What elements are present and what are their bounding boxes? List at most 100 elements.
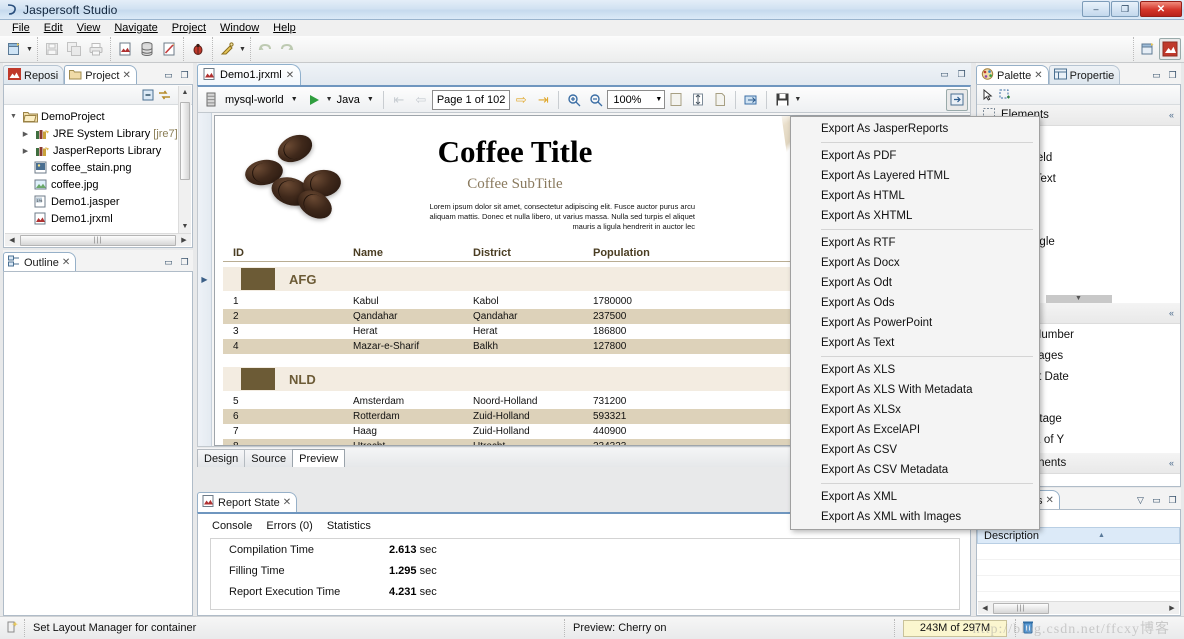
restore-button[interactable]: ❐ [1111, 1, 1139, 17]
tab-project-explorer[interactable]: Project ✕ [64, 65, 137, 85]
scroll-left-icon[interactable]: ◀ [5, 236, 19, 244]
sort-ascending-icon[interactable]: ▲ [1098, 532, 1105, 539]
tab-palette[interactable]: Palette ✕ [976, 65, 1049, 85]
problems-hscrollbar[interactable]: ◀ ||| ▶ [978, 601, 1179, 614]
twisty-icon[interactable]: ▼ [8, 113, 19, 120]
close-icon[interactable]: ✕ [286, 70, 294, 81]
run-report-icon[interactable] [303, 89, 325, 111]
menu-export-as-xlsx[interactable]: Export As XLSx [791, 400, 1039, 420]
print-icon[interactable] [85, 38, 107, 60]
menu-export-as-rtf[interactable]: Export As RTF [791, 233, 1039, 253]
run-dropdown-icon[interactable]: ▼ [325, 89, 334, 111]
previous-page-button[interactable]: ⇦ [410, 89, 432, 111]
minimize-icon[interactable]: ▭ [938, 68, 951, 81]
tab-report-state[interactable]: Report State ✕ [197, 492, 297, 512]
view-menu-icon[interactable]: ▽ [1134, 494, 1147, 507]
link-with-editor-icon[interactable] [158, 88, 171, 101]
menu-export-as-xml[interactable]: Export As XML [791, 487, 1039, 507]
tab-demo1-jrxml[interactable]: Demo1.jrxml ✕ [197, 64, 301, 85]
menu-edit[interactable]: Edit [37, 21, 70, 35]
menu-export-as-odt[interactable]: Export As Odt [791, 273, 1039, 293]
open-perspective-icon[interactable] [1137, 38, 1159, 60]
zoom-combo[interactable]: 100% ▼ [607, 90, 665, 109]
trash-icon[interactable] [1022, 620, 1034, 637]
run-icon[interactable] [216, 38, 238, 60]
new-report-icon[interactable] [114, 38, 136, 60]
tab-design[interactable]: Design [197, 449, 245, 467]
open-external-icon[interactable] [946, 89, 968, 111]
next-page-button[interactable]: ⇨ [510, 89, 532, 111]
pin-icon[interactable]: « [1169, 458, 1174, 468]
new-icon[interactable] [3, 38, 25, 60]
minimize-icon[interactable]: ▭ [162, 69, 175, 82]
save-all-icon[interactable] [63, 38, 85, 60]
minimize-button[interactable]: – [1082, 1, 1110, 17]
chevron-down-icon[interactable]: ▼ [655, 96, 662, 103]
twisty-icon[interactable]: ▶ [20, 130, 31, 138]
scroll-down-icon[interactable]: ▼ [179, 220, 191, 233]
menu-navigate[interactable]: Navigate [107, 21, 164, 35]
page-indicator[interactable]: Page 1 of 102 [432, 90, 511, 110]
pin-icon[interactable]: « [1169, 308, 1174, 318]
scroll-right-icon[interactable]: ▶ [1165, 604, 1179, 612]
tree-item-jasperreports-library[interactable]: ▶ JasperReports Library [8, 142, 192, 159]
menu-export-as-excelapi[interactable]: Export As ExcelAPI [791, 420, 1039, 440]
datasource-combo[interactable]: mysql-world ▼ [222, 91, 303, 109]
minimize-icon[interactable]: ▭ [1150, 69, 1163, 82]
subtab-errors[interactable]: Errors (0) [266, 520, 312, 532]
hscroll-thumb[interactable]: ||| [993, 603, 1049, 614]
report-perspective-icon[interactable] [1159, 38, 1181, 60]
hscroll-thumb[interactable]: ||| [20, 235, 176, 246]
menu-export-as-xhtml[interactable]: Export As XHTML [791, 206, 1039, 226]
tree-item-jre-system-library[interactable]: ▶ JRE System Library [jre7] [8, 125, 192, 142]
save-icon[interactable] [41, 38, 63, 60]
zoom-out-icon[interactable] [585, 89, 607, 111]
language-combo[interactable]: Java ▼ [334, 91, 379, 109]
memory-indicator[interactable]: 243M of 297M [903, 620, 1007, 637]
project-tree-vscrollbar[interactable]: ▲ ▼ [178, 86, 191, 233]
menu-project[interactable]: Project [165, 21, 213, 35]
menu-export-as-xml-with-images[interactable]: Export As XML with Images [791, 507, 1039, 527]
select-tool-icon[interactable] [981, 88, 994, 101]
debug-icon[interactable] [187, 38, 209, 60]
menu-file[interactable]: File [5, 21, 37, 35]
palette-scroll-thumb[interactable]: ▼ [1046, 295, 1112, 303]
scroll-right-icon[interactable]: ▶ [177, 236, 191, 244]
close-icon[interactable]: ✕ [123, 70, 131, 81]
new-jrxml-icon[interactable] [158, 38, 180, 60]
save-icon[interactable] [771, 89, 793, 111]
close-icon[interactable]: ✕ [1045, 495, 1053, 506]
undo-icon[interactable] [254, 38, 276, 60]
tab-repository[interactable]: Reposi [3, 65, 64, 85]
menu-export-as-powerpoint[interactable]: Export As PowerPoint [791, 313, 1039, 333]
maximize-icon[interactable]: ❐ [1166, 494, 1179, 507]
menu-export-as-xls-with-metadata[interactable]: Export As XLS With Metadata [791, 380, 1039, 400]
close-icon[interactable]: ✕ [1034, 70, 1042, 81]
menu-help[interactable]: Help [266, 21, 303, 35]
menu-export-as-docx[interactable]: Export As Docx [791, 253, 1039, 273]
menu-export-as-xls[interactable]: Export As XLS [791, 360, 1039, 380]
scroll-up-icon[interactable]: ▲ [179, 86, 191, 99]
tree-item-demo1-jasper[interactable]: 1% Demo1.jasper [8, 193, 192, 210]
save-dropdown-icon[interactable]: ▼ [793, 89, 802, 111]
actual-size-icon[interactable] [709, 89, 731, 111]
run-dropdown-icon[interactable]: ▼ [238, 38, 247, 60]
chevron-down-icon[interactable]: ▼ [364, 96, 377, 103]
menu-export-as-html[interactable]: Export As HTML [791, 186, 1039, 206]
menu-view[interactable]: View [70, 21, 108, 35]
tree-item-demo1-jrxml[interactable]: Demo1.jrxml [8, 210, 192, 227]
datasource-icon[interactable] [136, 38, 158, 60]
redo-icon[interactable] [276, 38, 298, 60]
maximize-icon[interactable]: ❐ [178, 256, 191, 269]
menu-export-as-jasperreports[interactable]: Export As JasperReports [791, 119, 1039, 139]
export-icon[interactable] [740, 89, 762, 111]
menu-export-as-text[interactable]: Export As Text [791, 333, 1039, 353]
close-button[interactable]: ✕ [1140, 1, 1182, 17]
canvas-left-gutter[interactable]: ▶ [198, 113, 212, 446]
chevron-down-icon[interactable]: ▼ [288, 96, 301, 103]
fit-page-icon[interactable] [687, 89, 709, 111]
subtab-statistics[interactable]: Statistics [327, 520, 371, 532]
datasource-icon[interactable] [200, 89, 222, 111]
collapse-all-icon[interactable] [141, 88, 154, 101]
zoom-in-icon[interactable] [563, 89, 585, 111]
